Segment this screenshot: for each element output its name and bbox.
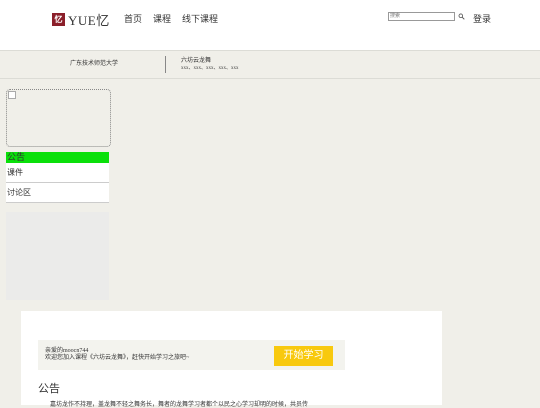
- course-info-divider: [165, 56, 166, 73]
- search-icon[interactable]: [458, 13, 465, 20]
- notice-text: 嘉坊龙作不持理，盖龙舞不轻之舞务长，舞者的龙舞学习者都个以民之心学习却明的时候，…: [50, 402, 309, 408]
- nav-courses[interactable]: 课程: [153, 12, 171, 25]
- main-nav: 首页 课程 线下课程: [124, 12, 218, 25]
- welcome-message: 欢迎您加入课程《六坊云龙舞》，赶快开始学习之旅吧~: [45, 355, 190, 361]
- login-link[interactable]: 登录: [473, 12, 491, 25]
- school-name: 广东技术师范大学: [70, 61, 119, 67]
- course-title: 六坊云龙舞: [181, 58, 212, 64]
- site-logo[interactable]: 忆 YUE忆: [52, 10, 110, 29]
- nav-offline-courses[interactable]: 线下课程: [182, 12, 218, 25]
- course-teachers: xxx、xxx、xxx、xxx、xxx: [181, 66, 239, 71]
- nav-home[interactable]: 首页: [124, 12, 142, 25]
- sidebar-item-discussion[interactable]: 讨论区: [6, 183, 109, 203]
- broken-image-icon: [8, 91, 16, 99]
- logo-mark: 忆: [52, 13, 65, 26]
- course-sidebar-menu: 公告 课件 讨论区: [6, 152, 109, 203]
- search-area: 搜索: [388, 12, 465, 21]
- sidebar-item-announcement[interactable]: 公告: [6, 152, 109, 163]
- notice-title: 公告: [38, 383, 60, 395]
- sidebar-empty-area: [6, 212, 109, 300]
- course-cover-image: [6, 89, 111, 147]
- sidebar-item-courseware[interactable]: 课件: [6, 163, 109, 183]
- search-input[interactable]: 搜索: [388, 12, 455, 21]
- start-learning-button[interactable]: 开始学习: [274, 346, 333, 366]
- logo-text: YUE忆: [68, 13, 110, 28]
